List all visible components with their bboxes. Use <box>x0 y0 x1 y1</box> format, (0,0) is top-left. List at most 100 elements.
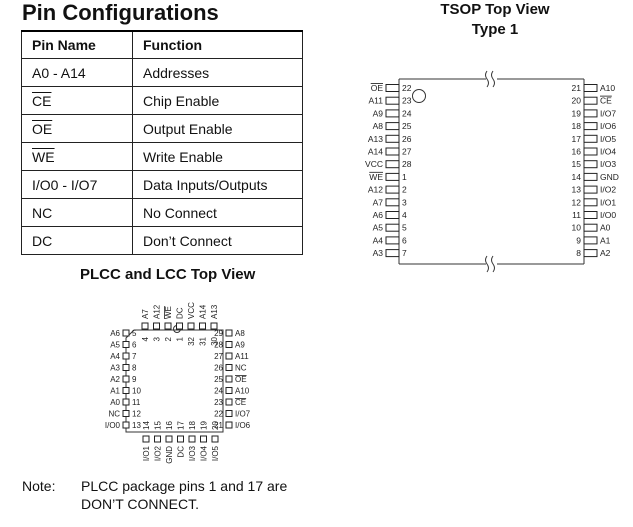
plcc-pin-label: A13 <box>210 304 219 319</box>
tsop-pin-lead <box>385 249 400 258</box>
plcc-pin-pad <box>211 435 219 443</box>
tsop-pin-lead <box>583 147 598 156</box>
plcc-pin-label: I/O6 <box>235 421 251 430</box>
plcc-pin-number: 20 <box>211 421 220 430</box>
tsop-pin-lead <box>583 211 598 219</box>
tsop-pin-lead <box>583 172 598 181</box>
tsop-pin-label: I/O4 <box>600 147 616 157</box>
break-mark-icon <box>491 70 495 88</box>
tsop-pin-lead <box>583 122 598 131</box>
plcc-pin-pad <box>225 329 233 337</box>
plcc-pin-pad <box>122 352 130 360</box>
tsop-pin-lead <box>583 109 598 118</box>
plcc-pin-pad <box>225 352 233 360</box>
tsop-pin-number: 23 <box>402 96 412 106</box>
plcc-pin-pad <box>122 364 130 371</box>
plcc-pin-number: 9 <box>132 375 137 384</box>
plcc-pin-pad <box>176 322 183 330</box>
plcc-pin-label: I/O5 <box>211 445 220 461</box>
tsop-pin-number: 10 <box>572 223 582 233</box>
tsop-pin-lead <box>385 211 400 219</box>
note-text-line1: PLCC package pins 1 and 17 are <box>81 478 288 494</box>
plcc-pin-number: 31 <box>199 336 208 345</box>
plcc-pin-label: A12 <box>153 304 162 319</box>
tsop-pin-lead <box>385 109 400 118</box>
tsop-pin-number: 9 <box>576 235 581 245</box>
plcc-pin-pad <box>225 398 233 406</box>
tsop-pin-label: A6 <box>373 210 384 220</box>
plcc-diagram: A74A123WE2DC1VCC32A1431A1330A6 5A5 6A4 7A3 8… <box>105 70 619 464</box>
plcc-pin-pad <box>122 329 130 337</box>
tsop-pin-lead <box>385 96 400 105</box>
tsop-pin-label: VCC <box>365 159 383 169</box>
plcc-pin-number: 11 <box>132 398 141 407</box>
tsop-pin-lead <box>385 147 400 156</box>
plcc-pin-number: 32 <box>187 336 196 345</box>
tsop-pin-label: A5 <box>373 223 384 233</box>
tsop-pin-lead <box>583 185 598 194</box>
tsop-pin-number: 12 <box>572 197 582 207</box>
tsop-pin-lead <box>583 160 598 169</box>
plcc-pin-pad <box>122 375 130 383</box>
plcc-pin-pad <box>225 387 233 394</box>
plcc-pin-label: A14 <box>199 304 208 319</box>
plcc-pin-pad <box>200 435 207 443</box>
tsop-pin-label: CE <box>600 96 612 106</box>
tsop-pin-number: 5 <box>402 223 407 233</box>
plcc-pin-label: DC <box>177 446 186 458</box>
tsop-pin-number: 18 <box>572 121 582 131</box>
plcc-pin-label: I/O4 <box>200 445 209 461</box>
tsop-pin-number: 13 <box>572 185 582 195</box>
tsop-pin-label: A14 <box>368 147 383 157</box>
tsop-pin-lead <box>583 236 598 245</box>
plcc-pin-number: 24 <box>214 387 223 396</box>
plcc-pin-number: 29 <box>214 329 223 338</box>
plcc-pin-number: 4 <box>141 336 150 341</box>
tsop-pin-number: 2 <box>402 185 407 195</box>
tsop-pin-lead <box>583 198 598 207</box>
plcc-pin-pad <box>141 322 149 330</box>
tsop-pin-number: 21 <box>572 83 582 93</box>
plcc-pin-number: 22 <box>214 410 223 419</box>
tsop-pin-number: 27 <box>402 147 412 157</box>
note-label: Note: <box>22 478 56 494</box>
plcc-pin-label: I/O7 <box>235 410 251 419</box>
plcc-pin-number: 2 <box>164 336 173 341</box>
pin1-indicator-icon <box>412 89 426 103</box>
tsop-pin-number: 20 <box>572 96 582 106</box>
plcc-pin-label: I/O1 <box>142 445 151 461</box>
tsop-pin-label: A10 <box>600 83 615 93</box>
plcc-pin-label: NC <box>235 364 247 373</box>
plcc-pin-pad <box>122 387 130 394</box>
plcc-pin-number: 1 <box>176 336 185 341</box>
tsop-pin-number: 7 <box>402 248 407 258</box>
tsop-pin-lead <box>385 172 400 181</box>
plcc-pin-pad <box>225 364 233 371</box>
plcc-pin-number: 17 <box>177 421 186 430</box>
tsop-pin-label: A0 <box>600 223 611 233</box>
tsop-pin-lead <box>583 84 598 92</box>
plcc-pin-pad <box>142 435 150 443</box>
plcc-pin-number: 6 <box>132 341 137 350</box>
plcc-pin-label: A2 <box>110 375 120 384</box>
break-mark-icon <box>491 255 495 273</box>
plcc-pin-label: DC <box>176 307 185 319</box>
tsop-pin-label: A7 <box>373 197 384 207</box>
tsop-pin-label: I/O1 <box>600 197 616 207</box>
plcc-pin-pad <box>154 435 161 443</box>
plcc-pin-pad <box>177 435 184 443</box>
tsop-pin-label: A1 <box>600 235 611 245</box>
plcc-pin-label: VCC <box>187 302 196 319</box>
tsop-pin-label: GND <box>600 172 619 182</box>
plcc-pin-pad <box>188 435 196 443</box>
tsop-pin-number: 8 <box>576 248 581 258</box>
plcc-pin-label: A11 <box>235 352 249 361</box>
plcc-pin-label: A1 <box>110 387 120 396</box>
tsop-pin-lead <box>385 122 400 131</box>
plcc-pin-label: A5 <box>110 341 120 350</box>
tsop-pin-number: 28 <box>402 159 412 169</box>
plcc-pin-label: A10 <box>235 387 250 396</box>
tsop-pin-number: 24 <box>402 108 412 118</box>
plcc-pin-number: 25 <box>214 375 223 384</box>
plcc-pin-number: 26 <box>214 364 223 373</box>
